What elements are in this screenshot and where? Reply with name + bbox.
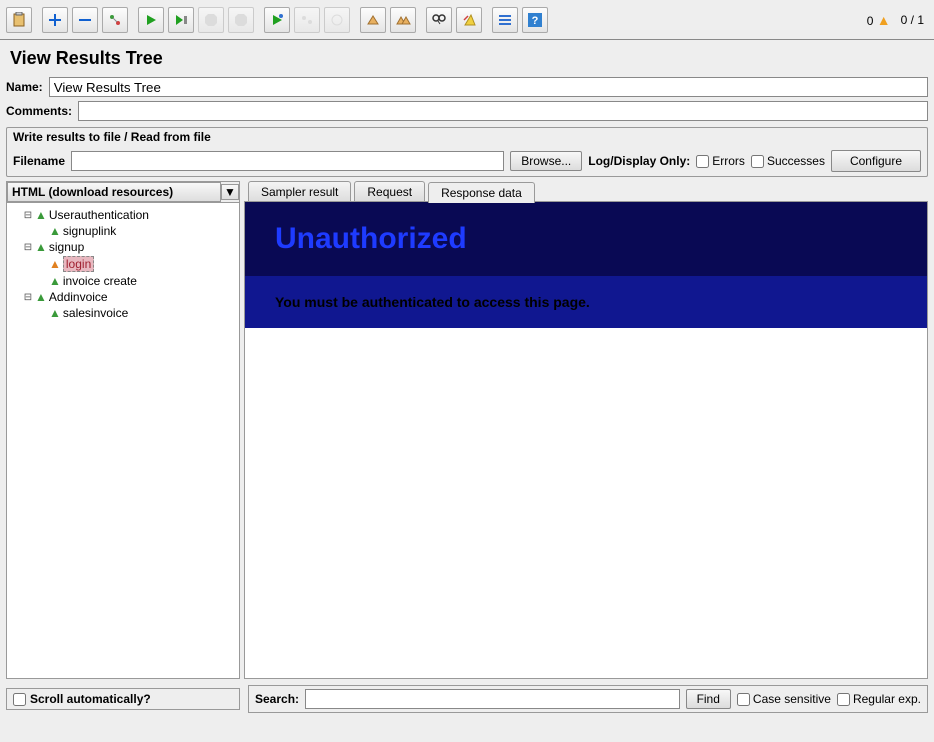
response-message: You must be authenticated to access this… [245, 276, 927, 328]
remote-start-icon[interactable] [264, 7, 290, 33]
search-input[interactable] [305, 689, 680, 709]
successes-checkbox[interactable] [751, 155, 764, 168]
help-icon[interactable]: ? [522, 7, 548, 33]
search-label: Search: [255, 692, 299, 706]
error-count: 0 ▲ [867, 12, 891, 28]
reset-search-icon[interactable] [456, 7, 482, 33]
tree-item: ▲signuplink [9, 223, 237, 239]
tree-item: ⊟▲Addinvoice [9, 289, 237, 305]
tab-request[interactable]: Request [354, 181, 425, 202]
case-sensitive-checkbox[interactable] [737, 693, 750, 706]
warning-triangle-icon: ▲ [877, 12, 891, 28]
stop-icon[interactable] [198, 7, 224, 33]
success-icon: ▲ [49, 306, 61, 320]
configure-button[interactable]: Configure [831, 150, 921, 172]
plus-icon[interactable] [42, 7, 68, 33]
filename-label: Filename [13, 154, 65, 168]
results-tree[interactable]: ⊟▲Userauthentication ▲signuplink ⊟▲signu… [7, 203, 239, 678]
tree-item-selected: ▲login [9, 255, 237, 273]
success-icon: ▲ [35, 290, 47, 304]
find-button[interactable]: Find [686, 689, 731, 709]
function-helper-icon[interactable] [492, 7, 518, 33]
comments-label: Comments: [6, 104, 72, 118]
case-sensitive-label: Case sensitive [753, 692, 831, 706]
play-noclear-icon[interactable] [168, 7, 194, 33]
errors-checkbox[interactable] [696, 155, 709, 168]
logdisplay-label: Log/Display Only: [588, 154, 690, 168]
comments-input[interactable] [78, 101, 928, 121]
scroll-auto-checkbox[interactable] [13, 693, 26, 706]
clear-all-icon[interactable] [390, 7, 416, 33]
response-heading: Unauthorized [275, 222, 897, 256]
remote-shutdown-icon[interactable] [324, 7, 350, 33]
tree-item: ▲salesinvoice [9, 305, 237, 321]
clear-icon[interactable] [360, 7, 386, 33]
tab-response-data[interactable]: Response data [428, 182, 535, 203]
search-icon[interactable] [426, 7, 452, 33]
response-viewport[interactable]: Unauthorized You must be authenticated t… [244, 201, 928, 679]
collapse-handle[interactable]: ⊟ [23, 292, 33, 303]
warning-icon: ▲ [49, 257, 61, 271]
play-icon[interactable] [138, 7, 164, 33]
success-icon: ▲ [49, 274, 61, 288]
chevron-down-icon[interactable]: ▼ [221, 184, 239, 200]
success-icon: ▲ [49, 224, 61, 238]
test-count: 0 / 1 [901, 13, 924, 27]
collapse-handle[interactable]: ⊟ [23, 210, 33, 221]
collapse-handle[interactable]: ⊟ [23, 242, 33, 253]
filename-input[interactable] [71, 151, 504, 171]
regex-label: Regular exp. [853, 692, 921, 706]
scroll-auto-label: Scroll automatically? [30, 692, 151, 706]
remote-stop-icon[interactable] [294, 7, 320, 33]
page-title: View Results Tree [0, 40, 934, 75]
toggle-icon[interactable] [102, 7, 128, 33]
tab-sampler-result[interactable]: Sampler result [248, 181, 351, 202]
successes-chk-label: Successes [767, 154, 825, 168]
errors-chk-label: Errors [712, 154, 745, 168]
name-label: Name: [6, 80, 43, 94]
shutdown-icon[interactable] [228, 7, 254, 33]
name-input[interactable] [49, 77, 928, 97]
file-section-legend: Write results to file / Read from file [7, 128, 927, 146]
success-icon: ▲ [35, 240, 47, 254]
tree-item: ⊟▲Userauthentication [9, 207, 237, 223]
renderer-select[interactable]: HTML (download resources) [7, 182, 221, 202]
browse-button[interactable]: Browse... [510, 151, 582, 171]
tree-item: ▲invoice create [9, 273, 237, 289]
success-icon: ▲ [35, 208, 47, 222]
clipboard-icon[interactable] [6, 7, 32, 33]
main-toolbar: ? 0 ▲ 0 / 1 [0, 0, 934, 40]
svg-text:?: ? [532, 15, 539, 27]
minus-icon[interactable] [72, 7, 98, 33]
regex-checkbox[interactable] [837, 693, 850, 706]
tree-item: ⊟▲signup [9, 239, 237, 255]
